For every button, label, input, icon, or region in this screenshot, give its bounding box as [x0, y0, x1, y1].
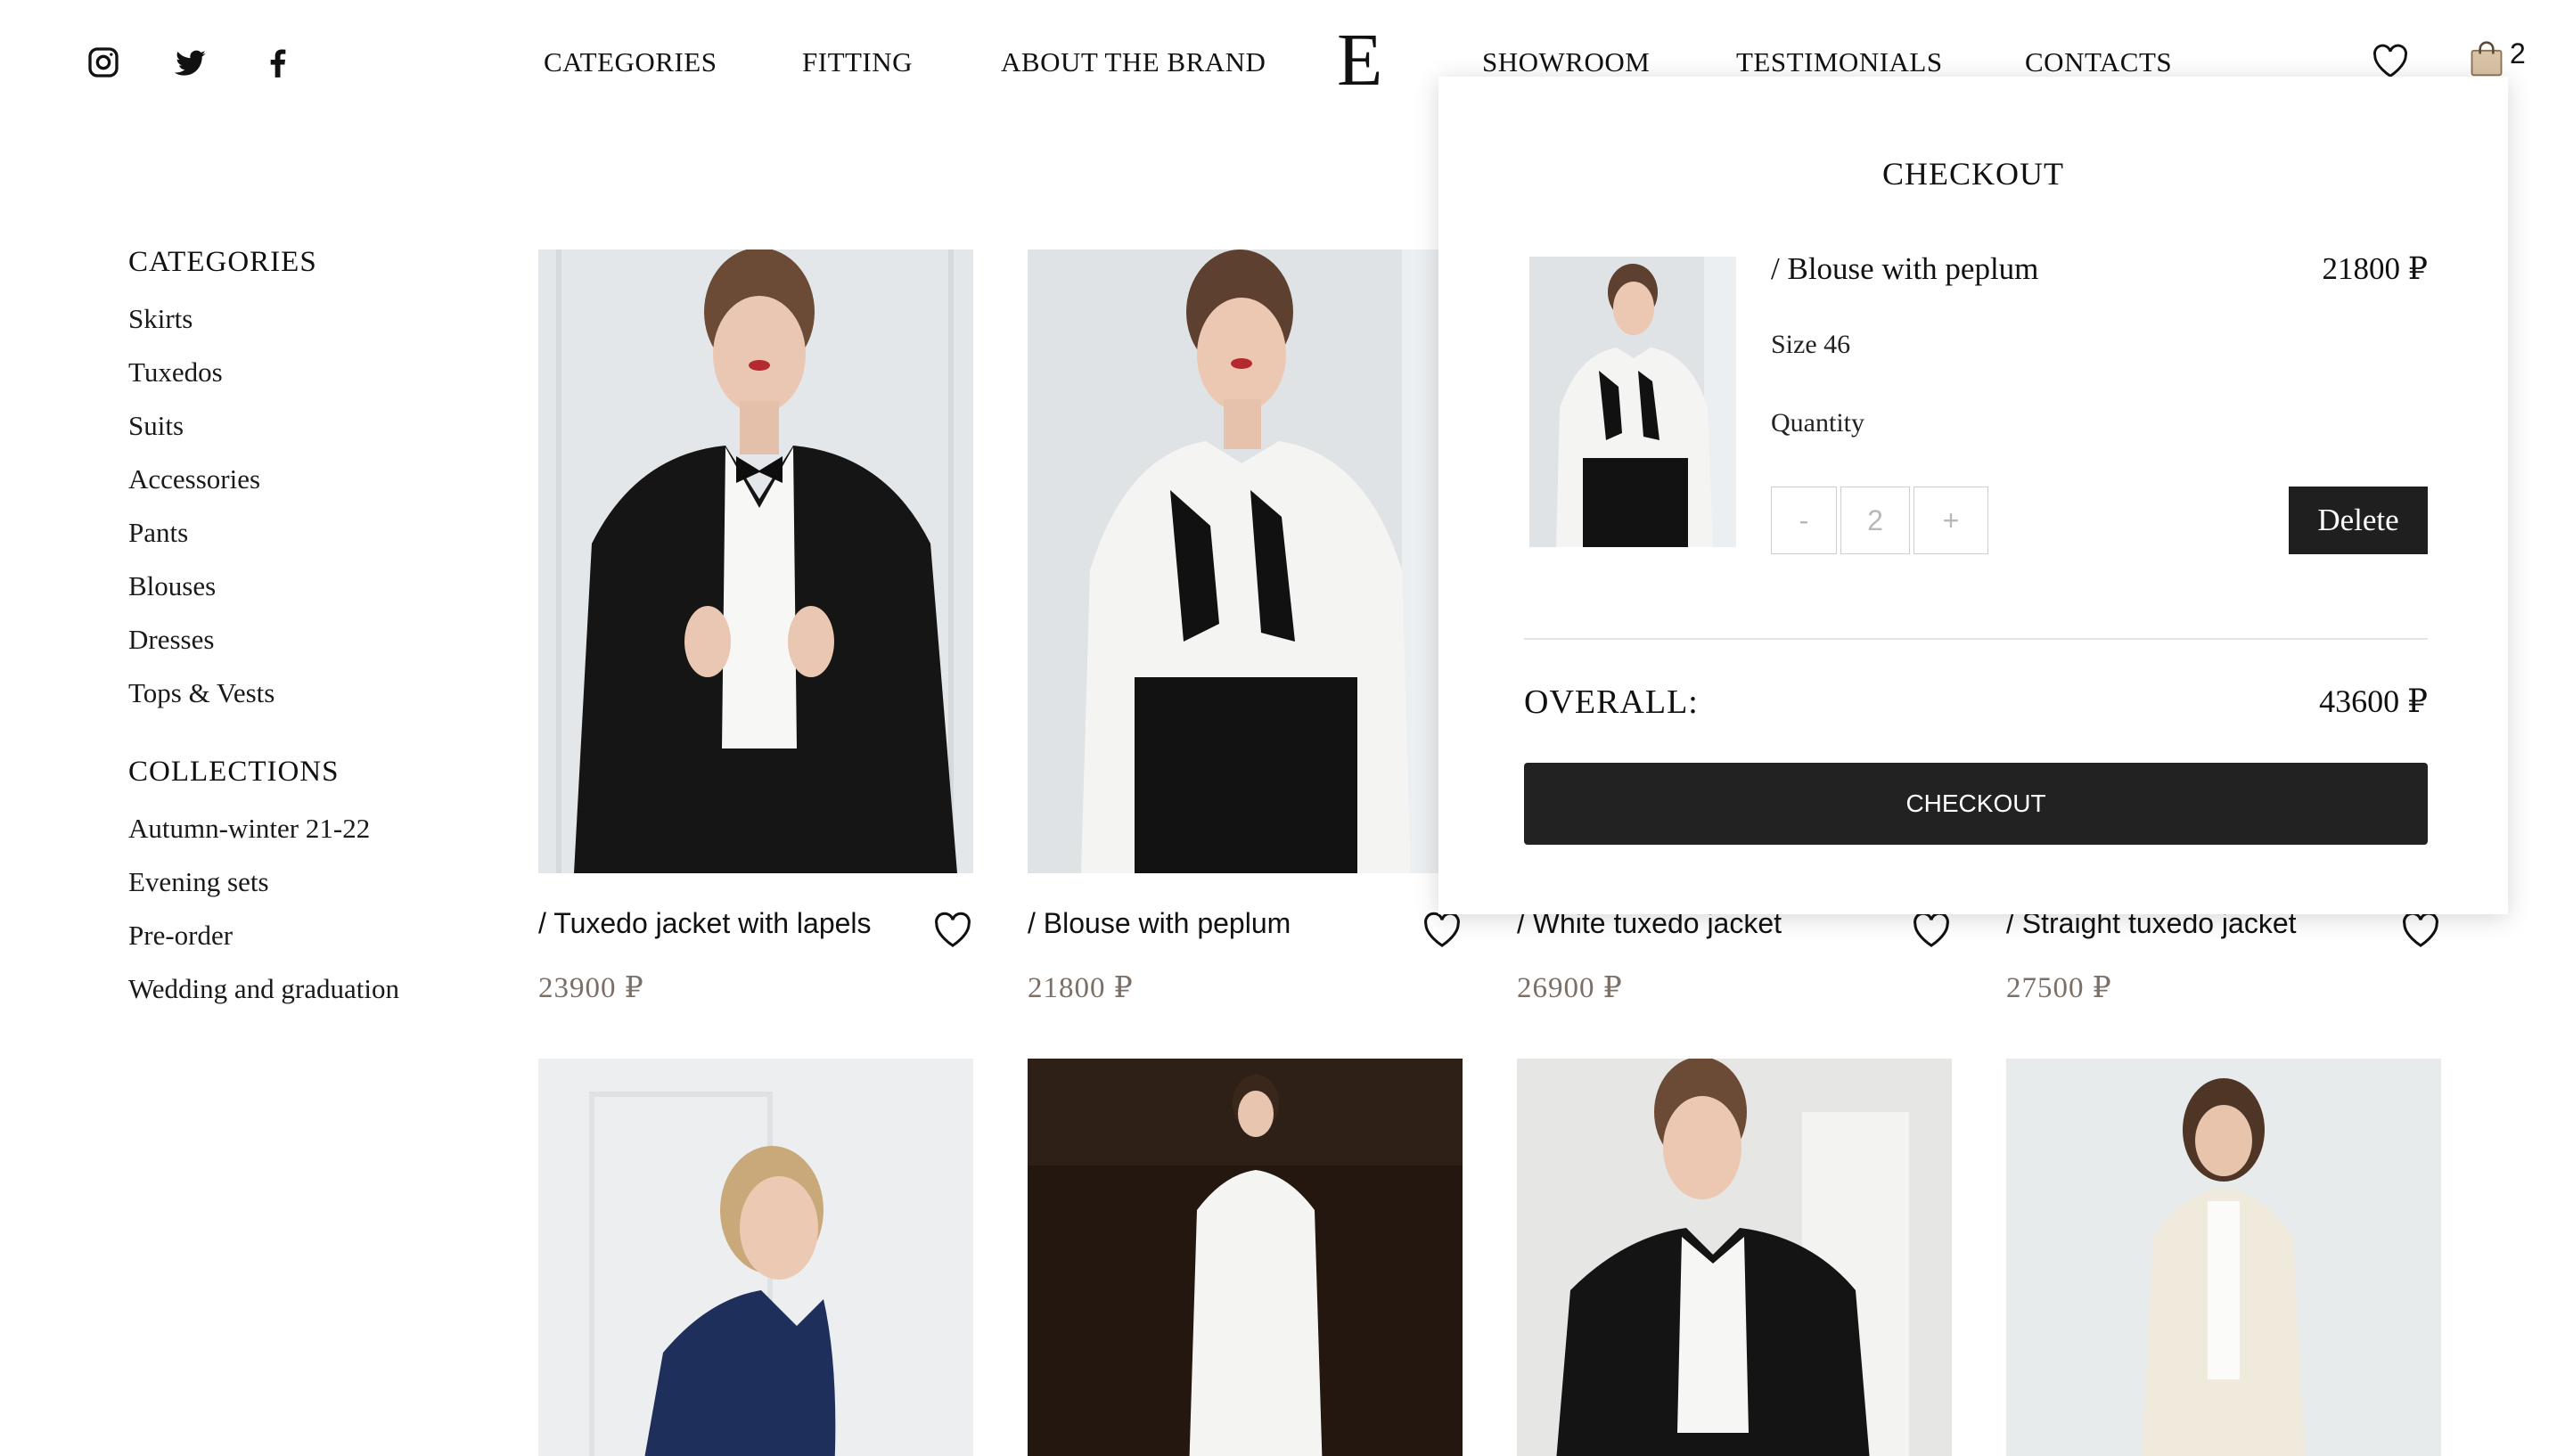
nav-contacts[interactable]: CONTACTS	[2025, 46, 2172, 78]
favorite-heart-icon[interactable]	[1422, 911, 1463, 948]
sidebar-collections-list: Autumn-winter 21-22 Evening sets Pre-ord…	[128, 811, 399, 1025]
product-card	[1517, 1059, 1952, 1456]
brand-logo[interactable]: E	[1337, 23, 1382, 98]
product-card	[1028, 1059, 1463, 1456]
sidebar-item-dresses[interactable]: Dresses	[128, 622, 275, 675]
product-card	[2006, 1059, 2441, 1456]
instagram-icon[interactable]	[86, 45, 121, 80]
checkout-popup-title: CHECKOUT	[1882, 156, 2064, 192]
sidebar-categories-list: Skirts Tuxedos Suits Accessories Pants B…	[128, 301, 275, 729]
cart-count-badge: 2	[2510, 37, 2526, 70]
overall-label: OVERALL:	[1524, 683, 1699, 721]
wishlist-heart-icon[interactable]	[2371, 43, 2410, 78]
cart-item-thumbnail[interactable]	[1529, 257, 1736, 547]
sidebar-item-blouses[interactable]: Blouses	[128, 568, 275, 622]
product-image-tuxedo-jacket[interactable]	[538, 249, 973, 873]
social-links	[86, 45, 296, 80]
quantity-decrement-button[interactable]: -	[1771, 487, 1837, 554]
delete-item-button[interactable]: Delete	[2289, 487, 2428, 554]
favorite-heart-icon[interactable]	[2400, 911, 2441, 948]
product-image-blouse-peplum[interactable]	[1028, 249, 1463, 873]
quantity-stepper: - 2 +	[1771, 487, 1988, 554]
checkout-button[interactable]: CHECKOUT	[1524, 763, 2428, 845]
sidebar-item-suits[interactable]: Suits	[128, 408, 275, 462]
nav-fitting[interactable]: FITTING	[802, 46, 913, 78]
sidebar-collections-title: COLLECTIONS	[128, 756, 340, 788]
sidebar-item-pre-order[interactable]: Pre-order	[128, 918, 399, 971]
checkout-popup: CHECKOUT / Blouse with peplum 21800 ₽ Si…	[1438, 77, 2508, 914]
product-card	[538, 1059, 973, 1456]
divider	[1524, 638, 2428, 640]
product-name[interactable]: / Tuxedo jacket with lapels	[538, 907, 872, 940]
cart-item-name[interactable]: / Blouse with peplum	[1771, 251, 2038, 287]
product-image-black-tuxedo-bow[interactable]	[1517, 1059, 1952, 1456]
product-card: / Tuxedo jacket with lapels 23900 ₽	[538, 249, 973, 1059]
sidebar-item-tops-vests[interactable]: Tops & Vests	[128, 675, 275, 729]
sidebar-item-accessories[interactable]: Accessories	[128, 462, 275, 515]
product-price: 21800 ₽	[1028, 972, 1134, 1004]
sidebar-item-wedding-graduation[interactable]: Wedding and graduation	[128, 971, 399, 1025]
facebook-icon[interactable]	[260, 45, 296, 80]
quantity-increment-button[interactable]: +	[1914, 487, 1988, 554]
sidebar-item-pants[interactable]: Pants	[128, 515, 275, 568]
sidebar-item-tuxedos[interactable]: Tuxedos	[128, 355, 275, 408]
cart-item-price: 21800 ₽	[2322, 251, 2428, 286]
quantity-input[interactable]: 2	[1840, 487, 1910, 554]
product-image-ivory-tuxedo[interactable]	[2006, 1059, 2441, 1456]
nav-testimonials[interactable]: TESTIMONIALS	[1736, 46, 1943, 78]
sidebar-item-skirts[interactable]: Skirts	[128, 301, 275, 355]
favorite-heart-icon[interactable]	[1911, 911, 1952, 948]
overall-total: 43600 ₽	[2319, 683, 2428, 719]
quantity-label: Quantity	[1771, 408, 1864, 438]
product-name[interactable]: / Blouse with peplum	[1028, 907, 1291, 940]
product-price: 27500 ₽	[2006, 972, 2112, 1004]
product-price: 23900 ₽	[538, 972, 644, 1004]
sidebar-item-autumn-winter[interactable]: Autumn-winter 21-22	[128, 811, 399, 864]
favorite-heart-icon[interactable]	[932, 911, 973, 948]
nav-categories[interactable]: CATEGORIES	[544, 46, 717, 78]
nav-about-the-brand[interactable]: ABOUT THE BRAND	[1001, 46, 1266, 78]
shopping-bag-icon[interactable]	[2467, 39, 2506, 78]
product-card: / Blouse with peplum 21800 ₽	[1028, 249, 1463, 1059]
product-price: 26900 ₽	[1517, 972, 1623, 1004]
sidebar-item-evening-sets[interactable]: Evening sets	[128, 864, 399, 918]
twitter-icon[interactable]	[173, 45, 209, 80]
cart-item-size: Size 46	[1771, 330, 1851, 359]
product-image-white-suit-dark[interactable]	[1028, 1059, 1463, 1456]
nav-showroom[interactable]: SHOWROOM	[1482, 46, 1650, 78]
product-image-navy-suit[interactable]	[538, 1059, 973, 1456]
sidebar-categories-title: CATEGORIES	[128, 246, 317, 278]
